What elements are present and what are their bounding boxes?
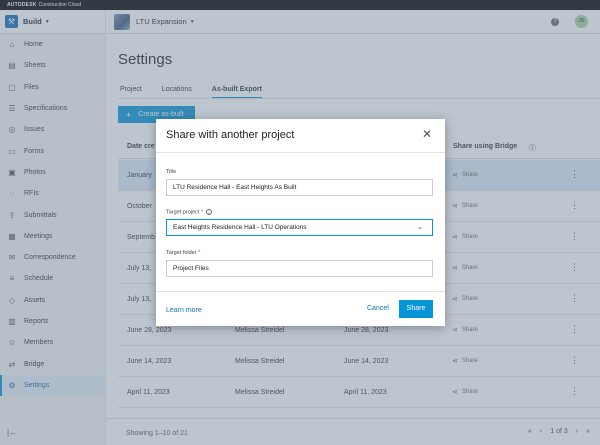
info-icon[interactable]: i <box>206 209 212 215</box>
target-folder-field[interactable]: Project Files <box>166 260 433 277</box>
target-project-value: East Heights Residence Hall - LTU Operat… <box>173 224 307 231</box>
share-project-dialog: Share with another project ✕ Title LTU R… <box>156 119 445 326</box>
title-label-text: Title <box>166 169 177 175</box>
required-mark: * <box>200 209 203 216</box>
title-label: Title <box>166 169 176 175</box>
dialog-divider <box>156 152 445 153</box>
target-folder-label: Target folder * <box>166 250 200 256</box>
target-folder-label-text: Target folder <box>166 250 197 256</box>
chevron-down-icon: ⌄ <box>417 224 423 231</box>
close-icon[interactable]: ✕ <box>422 127 432 141</box>
cancel-button[interactable]: Cancel <box>367 305 389 312</box>
target-project-label-text: Target project <box>166 209 200 216</box>
share-button[interactable]: Share <box>399 300 433 318</box>
title-field[interactable]: LTU Residence Hall - East Heights As Bui… <box>166 179 433 196</box>
learn-more-link[interactable]: Learn more <box>166 307 202 314</box>
target-project-label: Target project * i <box>166 209 212 215</box>
dialog-divider <box>156 291 445 292</box>
required-mark: * <box>198 250 201 256</box>
dialog-title: Share with another project <box>166 129 295 141</box>
target-project-select[interactable]: East Heights Residence Hall - LTU Operat… <box>166 219 433 236</box>
